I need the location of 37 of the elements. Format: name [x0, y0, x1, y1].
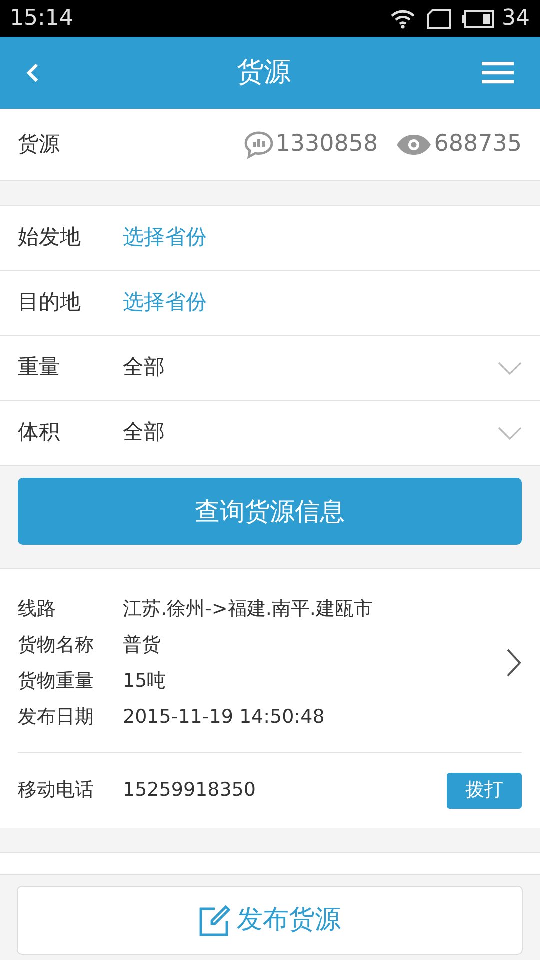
field-value: 江苏.徐州->福建.南平.建瓯市: [123, 596, 373, 622]
message-count: 1330858: [276, 130, 378, 160]
phone-number: 15259918350: [123, 778, 257, 804]
dropdown-value[interactable]: 全部: [123, 417, 165, 449]
page-title: 货源: [236, 56, 292, 90]
section-label: 货源: [18, 130, 60, 158]
menu-button[interactable]: [482, 62, 514, 84]
status-time: 15:14: [10, 5, 74, 33]
filter-label: 目的地: [18, 289, 82, 316]
edit-icon: [199, 904, 231, 936]
dropdown-value[interactable]: 全部: [123, 352, 165, 384]
filter-row[interactable]: 重量 全部: [0, 336, 540, 401]
chevron-right-icon: [506, 648, 522, 678]
field-value: 2015-11-19 14:50:48: [123, 704, 325, 730]
listing-card[interactable]: 线路 江苏.徐州->福建.南平.建瓯市 货物名称 普货 货物重量 15吨 发布日期 2015-11-19 14:50:48 移动电话 15259918350 拨打: [0, 569, 540, 828]
filter-row[interactable]: 体积 全部: [0, 401, 540, 466]
chevron-down-icon: [498, 362, 522, 374]
sim-card-icon: [426, 8, 452, 28]
filter-label: 始发地: [18, 224, 82, 252]
filter-label: 体积: [18, 419, 61, 446]
field-label: 移动电话: [18, 778, 95, 804]
field-value: 15吨: [123, 668, 166, 694]
filter-row[interactable]: 始发地 选择省份: [0, 206, 540, 271]
chat-bubble-icon: [244, 130, 274, 158]
field-label: 货物重量: [18, 668, 95, 694]
view-count: 688735: [434, 130, 522, 160]
chevron-down-icon: [498, 426, 522, 440]
filter-row[interactable]: 目的地 选择省份: [0, 271, 540, 336]
field-value: 普货: [123, 632, 161, 658]
battery-level: 34: [502, 5, 530, 33]
wifi-icon: [390, 8, 416, 28]
field-label: 货物名称: [18, 632, 95, 658]
filter-label: 重量: [18, 354, 61, 382]
eye-icon: [396, 134, 432, 156]
field-label: 发布日期: [18, 704, 95, 730]
battery-icon: [462, 8, 494, 28]
field-label: 线路: [18, 596, 57, 622]
